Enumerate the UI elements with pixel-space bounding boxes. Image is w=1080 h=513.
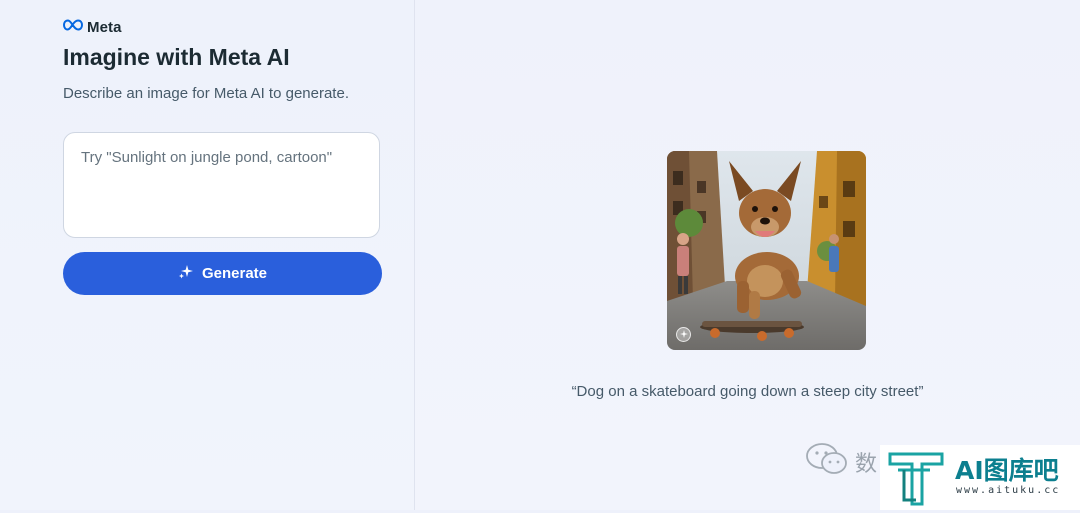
dog-skateboard-illustration xyxy=(667,151,866,350)
sparkle-badge-icon xyxy=(676,327,691,347)
image-caption: “Dog on a skateboard going down a steep … xyxy=(571,383,924,400)
prompt-input[interactable] xyxy=(64,133,379,237)
wechat-icon xyxy=(805,441,849,482)
meta-infinity-icon xyxy=(62,18,84,36)
generated-image[interactable] xyxy=(667,151,866,350)
sparkle-icon xyxy=(178,264,194,284)
meta-brand[interactable]: Meta xyxy=(62,18,122,36)
tt-logo-icon xyxy=(886,450,946,513)
page-title: Imagine with Meta AI xyxy=(63,44,290,70)
brand-name: Meta xyxy=(87,18,122,36)
page-subtitle: Describe an image for Meta AI to generat… xyxy=(63,85,349,102)
watermark-group: 数 xyxy=(805,441,877,482)
watermark-badge: AI图库吧 www.aituku.cc xyxy=(880,445,1080,510)
generate-button-label: Generate xyxy=(201,265,268,282)
generate-button[interactable]: Generate xyxy=(63,252,382,295)
watermark-text: 数 xyxy=(855,451,878,477)
prompt-box xyxy=(63,132,380,238)
badge-url: www.aituku.cc xyxy=(956,485,1061,496)
badge-label: AI图库吧 xyxy=(955,456,1059,485)
left-panel: Meta Imagine with Meta AI Describe an im… xyxy=(0,0,415,510)
